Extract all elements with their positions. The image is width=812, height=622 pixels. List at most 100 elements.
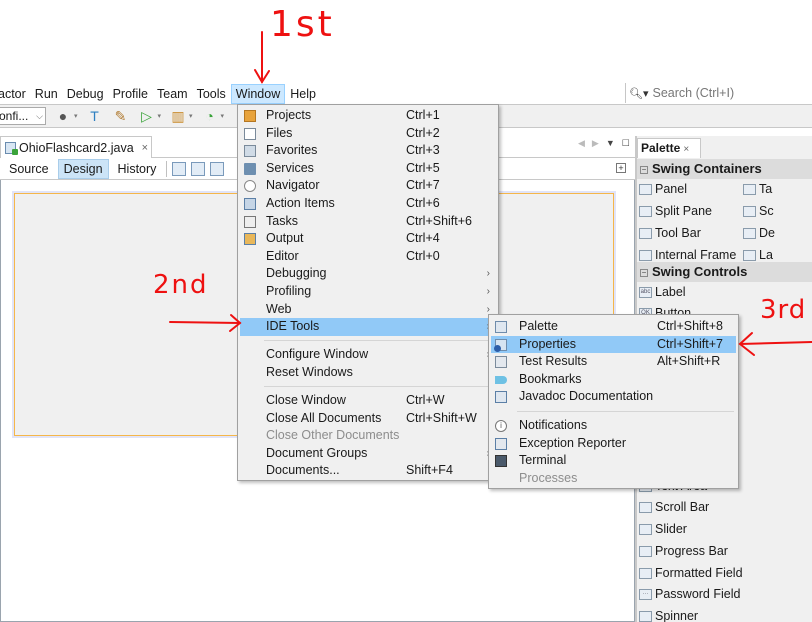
- palette-item-password-field[interactable]: ··· Password Field: [639, 584, 740, 604]
- profile-icon[interactable]: ◔: [201, 107, 219, 125]
- menu-item-profiling[interactable]: Profiling ›: [240, 283, 496, 301]
- menu-item-label: Profiling: [266, 284, 312, 298]
- menu-window[interactable]: Window: [230, 84, 286, 104]
- submenu-item-bookmarks[interactable]: Bookmarks: [491, 371, 736, 389]
- search-icon[interactable]: 🔍︎▾: [629, 87, 649, 100]
- menu-item-files[interactable]: Files Ctrl+2: [240, 125, 496, 143]
- dropdown-arrow-icon[interactable]: ▾: [158, 112, 162, 120]
- maximize-icon[interactable]: ☐: [622, 138, 630, 149]
- clean-build-icon[interactable]: ✎: [112, 107, 130, 125]
- menu-item-services[interactable]: Services Ctrl+5: [240, 160, 496, 178]
- tab-history[interactable]: History: [112, 159, 163, 179]
- palette-category-swing-controls[interactable]: − Swing Controls: [637, 262, 812, 282]
- palette-item-spinner[interactable]: Spinner: [639, 606, 698, 622]
- menu-team[interactable]: Team: [153, 84, 192, 104]
- close-tab-icon[interactable]: ×: [142, 142, 148, 154]
- expand-icon[interactable]: +: [616, 163, 626, 173]
- menu-refactor[interactable]: actor: [0, 84, 30, 104]
- menu-debug[interactable]: Debug: [63, 84, 108, 104]
- palette-item-slider[interactable]: Slider: [639, 519, 687, 539]
- connection-mode-icon[interactable]: [191, 161, 206, 176]
- menu-profile[interactable]: Profile: [109, 84, 152, 104]
- debug-icon[interactable]: ▥: [169, 107, 187, 125]
- scroll-right-icon[interactable]: ▶: [592, 138, 599, 149]
- palette-item-scroll-pane[interactable]: Sc: [743, 201, 774, 221]
- item-label: Progress Bar: [655, 544, 728, 558]
- submenu-item-test-results[interactable]: Test Results Alt+Shift+R: [491, 353, 736, 371]
- menu-run[interactable]: Run: [31, 84, 62, 104]
- menu-item-label: Documents...: [266, 463, 340, 478]
- menu-item-close-all-documents[interactable]: Close All Documents Ctrl+Shift+W: [240, 410, 496, 428]
- collapse-icon[interactable]: −: [640, 166, 648, 174]
- dropdown-arrow-icon[interactable]: ▾: [221, 112, 225, 120]
- menu-item-output[interactable]: Output Ctrl+4: [240, 230, 496, 248]
- dropdown-arrow-icon[interactable]: ▾: [74, 112, 78, 120]
- menu-item-document-groups[interactable]: Document Groups›: [240, 445, 496, 463]
- collapse-icon[interactable]: −: [640, 269, 648, 277]
- palette-item-tabbed-pane[interactable]: Ta: [743, 179, 772, 199]
- menu-item-configure-window[interactable]: Configure Window›: [240, 346, 496, 364]
- preview-design-icon[interactable]: [210, 161, 225, 176]
- menu-item-editor[interactable]: Editor Ctrl+0: [240, 248, 496, 266]
- palette-item-scroll-bar[interactable]: Scroll Bar: [639, 497, 709, 517]
- item-label: Spinner: [655, 609, 699, 622]
- desktop-pane-icon: [743, 227, 756, 239]
- submenu-item-terminal[interactable]: Terminal: [491, 452, 736, 470]
- build-hammer-icon[interactable]: T: [86, 107, 104, 125]
- item-label: Tool Bar: [655, 226, 701, 240]
- spinner-icon: [639, 610, 652, 622]
- menu-item-close-window[interactable]: Close Window Ctrl+W: [240, 392, 496, 410]
- palette-item-tool-bar[interactable]: Tool Bar: [639, 223, 701, 243]
- search-box[interactable]: 🔍︎▾ Search (Ctrl+I): [625, 83, 812, 103]
- run-icon[interactable]: ▷: [138, 107, 156, 125]
- palette-item-panel[interactable]: Panel: [639, 179, 687, 199]
- selection-mode-icon[interactable]: [172, 161, 187, 176]
- menu-item-debugging[interactable]: Debugging ›: [240, 265, 496, 283]
- scroll-left-icon[interactable]: ◀: [578, 138, 585, 149]
- close-palette-icon[interactable]: ×: [683, 144, 689, 155]
- menu-item-web[interactable]: Web ›: [240, 301, 496, 319]
- menu-help[interactable]: Help: [286, 84, 320, 104]
- menu-item-action-items[interactable]: Action Items Ctrl+6: [240, 195, 496, 213]
- config-select[interactable]: onfi... ⌵: [0, 107, 46, 125]
- item-label: Scroll Bar: [655, 500, 710, 514]
- menu-item-label: Document Groups: [266, 445, 368, 460]
- menu-item-favorites[interactable]: Favorites Ctrl+3: [240, 142, 496, 160]
- menu-item-navigator[interactable]: Navigator Ctrl+7: [240, 177, 496, 195]
- menu-item-ide-tools[interactable]: IDE Tools›: [240, 318, 496, 336]
- menu-item-reset-windows[interactable]: Reset Windows: [240, 364, 496, 382]
- menu-item-label: Javadoc Documentation: [519, 389, 654, 404]
- item-label: Split Pane: [655, 204, 712, 218]
- submenu-item-exception-reporter[interactable]: Exception Reporter: [491, 435, 736, 453]
- palette-category-swing-containers[interactable]: − Swing Containers: [637, 159, 812, 179]
- tab-design[interactable]: Design: [57, 158, 109, 179]
- document-list-icon[interactable]: ▼: [606, 138, 615, 149]
- menu-item-projects[interactable]: Projects Ctrl+1: [240, 107, 496, 125]
- file-tab[interactable]: OhioFlashcard2.java ×: [0, 136, 152, 158]
- exception-reporter-icon: [495, 437, 507, 450]
- palette-tab[interactable]: Palette ×: [637, 138, 701, 158]
- palette-item-progress-bar[interactable]: Progress Bar: [639, 541, 728, 561]
- menu-item-tasks[interactable]: Tasks Ctrl+Shift+6: [240, 213, 496, 231]
- submenu-arrow-icon: ›: [486, 268, 490, 280]
- tab-source[interactable]: Source: [3, 159, 55, 179]
- shortcut-label: Ctrl+Shift+6: [406, 213, 473, 228]
- menu-tools[interactable]: Tools: [193, 84, 230, 104]
- submenu-item-notifications[interactable]: i Notifications: [491, 417, 736, 435]
- palette-item-desktop-pane[interactable]: De: [743, 223, 775, 243]
- submenu-item-javadoc-documentation[interactable]: Javadoc Documentation: [491, 388, 736, 406]
- menu-item-label: Favorites: [266, 143, 318, 158]
- submenu-item-palette[interactable]: Palette Ctrl+Shift+8: [491, 318, 736, 336]
- password-field-icon: ···: [639, 588, 652, 600]
- item-label: Formatted Field: [655, 566, 743, 580]
- globe-icon[interactable]: ●: [54, 107, 72, 125]
- palette-item-formatted-field[interactable]: Formatted Field: [639, 563, 743, 583]
- submenu-item-properties[interactable]: Properties Ctrl+Shift+7: [491, 335, 736, 354]
- palette-item-split-pane[interactable]: Split Pane: [639, 201, 712, 221]
- menu-item-label: Close Other Documents: [266, 428, 400, 443]
- menu-item-label: Close Window: [266, 393, 346, 407]
- menu-item-documents[interactable]: Documents... Shift+F4: [240, 462, 496, 480]
- dropdown-arrow-icon[interactable]: ▾: [189, 112, 193, 120]
- item-label: De: [759, 226, 775, 240]
- palette-item-label[interactable]: abc Label: [639, 282, 686, 302]
